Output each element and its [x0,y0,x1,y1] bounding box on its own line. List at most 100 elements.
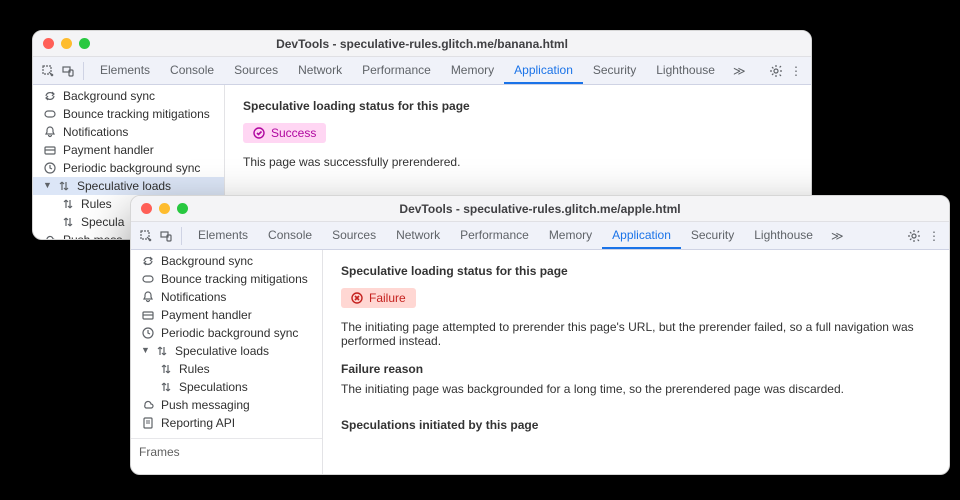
sync-icon [141,254,155,268]
window-title: DevTools - speculative-rules.glitch.me/b… [33,37,811,51]
status-label: Failure [369,291,406,305]
sidebar-item-periodic-sync[interactable]: Periodic background sync [33,159,224,177]
sidebar-item-reporting-api[interactable]: Reporting API [131,414,322,432]
tab-security[interactable]: Security [583,57,646,84]
tab-performance[interactable]: Performance [352,57,441,84]
sidebar-item-payment-handler[interactable]: Payment handler [33,141,224,159]
updown-icon [57,179,71,193]
tab-memory[interactable]: Memory [539,222,602,249]
sidebar-item-label: Notifications [63,125,128,139]
sidebar-item-label: Specula [81,215,124,229]
sidebar-item-push-messaging[interactable]: Push messaging [131,396,322,414]
cross-circle-icon [351,292,363,304]
more-tabs-icon[interactable]: ≫ [727,64,752,78]
inspect-icon[interactable] [137,227,155,245]
report-icon [141,416,155,430]
bounce-icon [141,272,155,286]
sidebar-item-label: Reporting API [161,416,235,430]
sidebar-item-notifications[interactable]: Notifications [33,123,224,141]
updown-icon [159,380,173,394]
kebab-menu-icon[interactable]: ⋮ [925,227,943,245]
tab-sources[interactable]: Sources [322,222,386,249]
more-tabs-icon[interactable]: ≫ [825,229,850,243]
panel-tabs: Elements Console Sources Network Perform… [188,222,823,249]
sidebar-item-label: Payment handler [161,308,252,322]
sidebar-item-background-sync[interactable]: Background sync [131,252,322,270]
status-message: The initiating page attempted to prerend… [341,320,931,348]
sidebar-item-label: Rules [179,362,210,376]
tab-memory[interactable]: Memory [441,57,504,84]
sidebar-item-label: Speculative loads [175,344,269,358]
tab-lighthouse[interactable]: Lighthouse [744,222,823,249]
sidebar-item-label: Background sync [63,89,155,103]
minimize-window-button[interactable] [159,203,170,214]
status-label: Success [271,126,316,140]
disclosure-triangle-icon[interactable]: ▼ [141,345,149,355]
inspect-icon[interactable] [39,62,57,80]
sidebar-item-label: Speculations [179,380,248,394]
tab-console[interactable]: Console [160,57,224,84]
card-icon [43,143,57,157]
sidebar-item-rules[interactable]: Rules [131,360,322,378]
devtools-toolbar: Elements Console Sources Network Perform… [33,57,811,85]
settings-gear-icon[interactable] [767,62,785,80]
titlebar[interactable]: DevTools - speculative-rules.glitch.me/b… [33,31,811,57]
titlebar[interactable]: DevTools - speculative-rules.glitch.me/a… [131,196,949,222]
toolbar-separator [181,227,182,245]
device-toggle-icon[interactable] [157,227,175,245]
kebab-menu-icon[interactable]: ⋮ [787,62,805,80]
sidebar-item-label: Payment handler [63,143,154,157]
tab-security[interactable]: Security [681,222,744,249]
sync-icon [43,89,57,103]
tab-elements[interactable]: Elements [188,222,258,249]
close-window-button[interactable] [43,38,54,49]
sidebar-item-bounce-tracking[interactable]: Bounce tracking mitigations [131,270,322,288]
settings-gear-icon[interactable] [905,227,923,245]
status-heading: Speculative loading status for this page [243,99,793,113]
close-window-button[interactable] [141,203,152,214]
status-message: This page was successfully prerendered. [243,155,793,169]
cloud-icon [141,398,155,412]
disclosure-triangle-icon[interactable]: ▼ [43,180,51,190]
tab-elements[interactable]: Elements [90,57,160,84]
minimize-window-button[interactable] [61,38,72,49]
tab-network[interactable]: Network [386,222,450,249]
zoom-window-button[interactable] [177,203,188,214]
updown-icon [61,215,75,229]
tab-network[interactable]: Network [288,57,352,84]
sidebar-section-frames[interactable]: Frames [131,438,322,461]
sidebar-item-background-sync[interactable]: Background sync [33,87,224,105]
zoom-window-button[interactable] [79,38,90,49]
card-icon [141,308,155,322]
sidebar-item-speculative-loads[interactable]: ▼Speculative loads [33,177,224,195]
tab-performance[interactable]: Performance [450,222,539,249]
sidebar-item-notifications[interactable]: Notifications [131,288,322,306]
failure-reason-text: The initiating page was backgrounded for… [341,382,931,396]
sidebar-item-label: Bounce tracking mitigations [161,272,308,286]
tab-lighthouse[interactable]: Lighthouse [646,57,725,84]
devtools-window-apple: DevTools - speculative-rules.glitch.me/a… [130,195,950,475]
clock-icon [141,326,155,340]
application-sidebar: Background sync Bounce tracking mitigati… [131,250,323,474]
sidebar-item-payment-handler[interactable]: Payment handler [131,306,322,324]
check-circle-icon [253,127,265,139]
clock-icon [43,161,57,175]
traffic-lights [141,203,188,214]
updown-icon [159,362,173,376]
device-toggle-icon[interactable] [59,62,77,80]
content-pane: Speculative loading status for this page… [323,250,949,474]
sidebar-item-bounce-tracking[interactable]: Bounce tracking mitigations [33,105,224,123]
tab-application[interactable]: Application [602,222,681,249]
sidebar-item-speculations[interactable]: Speculations [131,378,322,396]
tab-console[interactable]: Console [258,222,322,249]
failure-reason-heading: Failure reason [341,362,931,376]
bell-icon [141,290,155,304]
updown-icon [155,344,169,358]
sidebar-item-label: Periodic background sync [63,161,200,175]
sidebar-item-speculative-loads[interactable]: ▼ Speculative loads [131,342,322,360]
window-title: DevTools - speculative-rules.glitch.me/a… [131,202,949,216]
sidebar-item-periodic-sync[interactable]: Periodic background sync [131,324,322,342]
tab-application[interactable]: Application [504,57,583,84]
sidebar-item-label: Rules [81,197,112,211]
tab-sources[interactable]: Sources [224,57,288,84]
